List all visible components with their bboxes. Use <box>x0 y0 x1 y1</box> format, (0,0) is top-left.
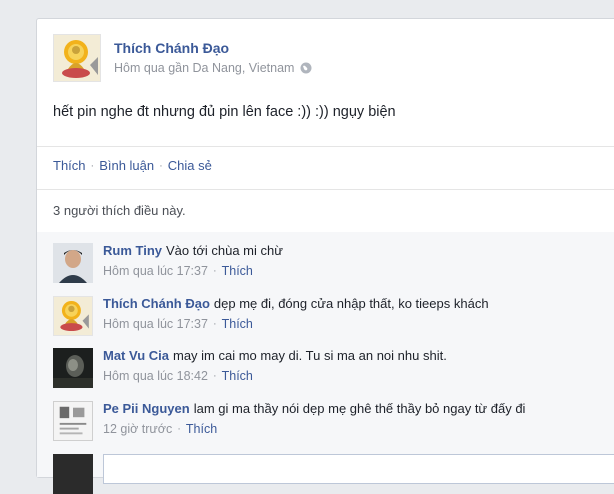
divider <box>37 146 614 147</box>
post-time-location[interactable]: Hôm qua gần Da Nang, Vietnam <box>114 61 294 75</box>
separator-dot: · <box>159 159 163 172</box>
comment-like-button[interactable]: Thích <box>222 317 253 331</box>
comment-time[interactable]: Hôm qua lúc 17:37 <box>103 317 208 331</box>
comment-text: lam gi ma thầy nói dẹp mẹ ghê thế thầy b… <box>193 401 526 416</box>
comment-item: Thích Chánh Đạo dẹp mẹ đi, đóng cửa nhập … <box>53 296 613 340</box>
comment-meta: Hôm qua lúc 18:42 · Thích <box>103 369 253 383</box>
post-meta: Hôm qua gần Da Nang, Vietnam <box>114 61 312 75</box>
commenter-avatar[interactable] <box>53 296 93 336</box>
comment-like-button[interactable]: Thích <box>186 422 217 436</box>
author-avatar[interactable] <box>53 34 101 82</box>
commenter-avatar[interactable] <box>53 243 93 283</box>
post-text: hết pin nghe đt nhưng đủ pin lên face :)… <box>53 104 396 120</box>
comment-like-button[interactable]: Thích <box>222 264 253 278</box>
likes-summary[interactable]: 3 người thích điều này. <box>53 203 186 218</box>
comment-meta: 12 giờ trước · Thích <box>103 422 217 436</box>
comment-meta: Hôm qua lúc 17:37 · Thích <box>103 264 253 278</box>
commenter-name[interactable]: Mat Vu Cia <box>103 348 169 363</box>
separator-dot: · <box>212 265 217 277</box>
separator-dot: · <box>90 159 95 172</box>
comment-button[interactable]: Bình luận <box>99 158 154 173</box>
comment-time[interactable]: Hôm qua lúc 18:42 <box>103 369 208 383</box>
comment-text: may im cai mo may di. Tu si ma an noi nh… <box>172 348 447 363</box>
comment-time[interactable]: Hôm qua lúc 17:37 <box>103 264 208 278</box>
comment-body: Mat Vu Cia may im cai mo may di. Tu si ma… <box>103 348 447 363</box>
comment-item: Mat Vu Cia may im cai mo may di. Tu si ma… <box>53 348 613 392</box>
comment-input[interactable] <box>103 454 614 484</box>
comment-text: dẹp mẹ đi, đóng cửa nhập thất, ko tieeps… <box>213 296 489 311</box>
comment-time[interactable]: 12 giờ trước <box>103 422 172 436</box>
comment-body: Pe Pii Nguyen lam gi ma thầy nói dẹp mẹ g… <box>103 401 525 416</box>
like-button[interactable]: Thích <box>53 158 86 173</box>
globe-icon[interactable] <box>300 62 312 74</box>
comment-body: Thích Chánh Đạo dẹp mẹ đi, đóng cửa nhập … <box>103 296 489 311</box>
separator-dot: · <box>212 370 217 382</box>
author-name[interactable]: Thích Chánh Đạo <box>114 40 229 56</box>
commenter-name[interactable]: Thích Chánh Đạo <box>103 296 210 311</box>
comment-item: Pe Pii Nguyen lam gi ma thầy nói dẹp mẹ g… <box>53 401 613 445</box>
comment-text: Vào tới chùa mi chừ <box>166 243 283 258</box>
commenter-name[interactable]: Rum Tiny <box>103 243 162 258</box>
post-card: Thích Chánh Đạo Hôm qua gần Da Nang, Vie… <box>36 18 614 494</box>
comment-like-button[interactable]: Thích <box>222 369 253 383</box>
share-button[interactable]: Chia sẻ <box>168 158 212 173</box>
separator-dot: · <box>212 318 217 330</box>
commenter-avatar[interactable] <box>53 348 93 388</box>
commenter-avatar[interactable] <box>53 401 93 441</box>
divider <box>37 189 614 190</box>
comment-item: Rum Tiny Vào tới chùa mi chừ Hôm qua lúc … <box>53 243 613 287</box>
commenter-name[interactable]: Pe Pii Nguyen <box>103 401 190 416</box>
current-user-avatar <box>53 454 93 494</box>
comment-meta: Hôm qua lúc 17:37 · Thích <box>103 317 253 331</box>
comment-body: Rum Tiny Vào tới chùa mi chừ <box>103 243 283 258</box>
comments-section: Rum Tiny Vào tới chùa mi chừ Hôm qua lúc … <box>37 232 614 477</box>
post-actions: Thích · Bình luận · Chia sẻ <box>53 158 212 173</box>
separator-dot: · <box>177 423 181 435</box>
